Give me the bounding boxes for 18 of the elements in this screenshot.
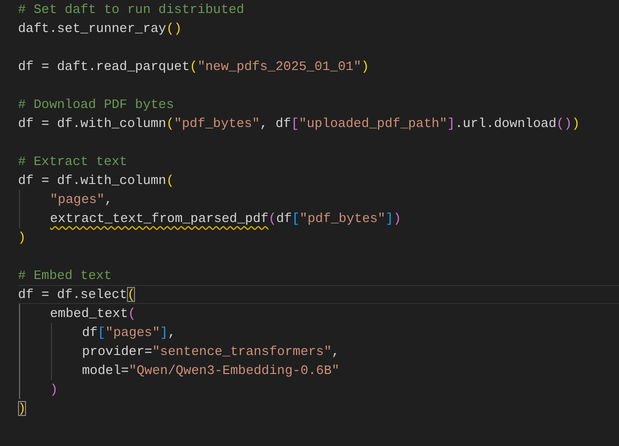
- code-line: provider="sentence_transformers",: [82, 343, 340, 361]
- code-line: df = df.with_column(: [18, 172, 176, 190]
- code-line: df = df.with_column("pdf_bytes", df["uploaded_pdf_path"].url.download()): [18, 115, 581, 133]
- code-line: # Set daft to run distributed: [18, 1, 246, 19]
- code-line: model="Qwen/Qwen3-Embedding-0.6B": [82, 362, 340, 380]
- code-line: ): [18, 400, 27, 418]
- code-line: ): [18, 229, 27, 247]
- code-line: df = df.select(: [18, 285, 619, 304]
- code-line: ): [50, 381, 59, 399]
- code-line: "pages",: [50, 191, 114, 209]
- code-line: df["pages"],: [82, 324, 177, 342]
- code-line: # Download PDF bytes: [18, 96, 176, 114]
- code-line: # Extract text: [18, 153, 128, 171]
- code-line: # Embed text: [18, 267, 113, 285]
- code-line: extract_text_from_parsed_pdf(df["pdf_bytes"]): [50, 210, 402, 228]
- code-line: embed_text(: [50, 305, 137, 323]
- code-line: daft.set_runner_ray(): [18, 20, 183, 38]
- code-line: df = daft.read_parquet("new_pdfs_2025_01_01"): [18, 58, 370, 76]
